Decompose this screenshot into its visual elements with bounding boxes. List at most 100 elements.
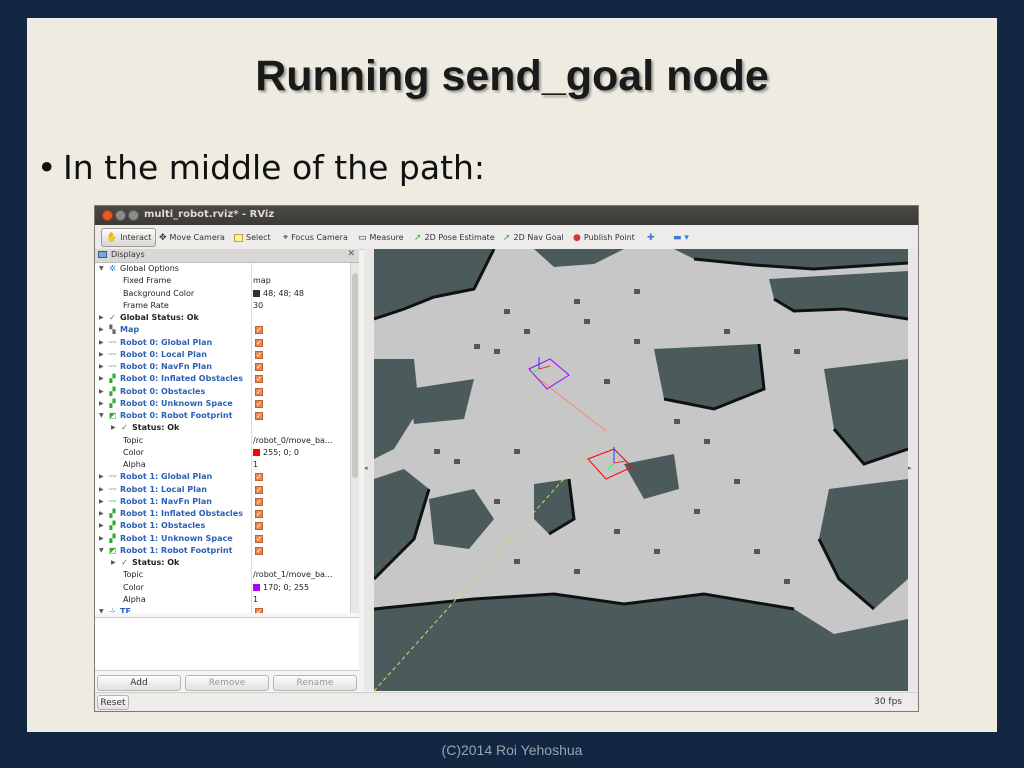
display-row[interactable]: ▼ ✲ Global Options [95,263,350,275]
scrollbar-thumb[interactable] [352,273,358,478]
enabled-checkbox[interactable]: ✓ [255,326,263,335]
display-row[interactable]: ▶ ▞ Robot 0: Unknown Space ✓ [95,398,350,410]
window-maximize-button[interactable] [128,210,139,221]
expand-right-icon[interactable]: ▶ [111,422,116,434]
display-row[interactable]: ▼ ⊹ TF ✓ [95,606,350,613]
expand-down-icon[interactable]: ▼ [99,545,104,557]
display-row[interactable]: Color 170; 0; 255 [95,582,350,594]
enabled-checkbox[interactable]: ✓ [255,363,263,371]
interact-tool-button[interactable]: ✋ Interact [101,228,157,247]
expand-right-icon[interactable]: ▶ [99,324,104,336]
expand-right-icon[interactable]: ▶ [99,508,104,520]
remove-tool-menu[interactable]: ▬ ▾ [673,230,692,245]
enabled-checkbox[interactable]: ✓ [255,387,263,396]
enabled-checkbox[interactable]: ✓ [255,546,263,555]
display-row[interactable]: ▶ 〰 Robot 0: NavFn Plan ✓ [95,361,350,373]
display-row[interactable]: Alpha 1 [95,594,350,606]
enabled-checkbox[interactable]: ✓ [255,485,263,494]
display-row-value[interactable]: /robot_0/move_ba... [253,435,333,447]
display-row[interactable]: ▶ ✓ Status: Ok [95,557,350,569]
display-row-value[interactable]: 30 [253,300,263,312]
display-row-value[interactable]: 1 [253,459,258,471]
displays-tree[interactable]: ▼ ✲ Global Options Fixed Frame map Background… [95,263,350,613]
expand-down-icon[interactable]: ▼ [99,410,104,422]
display-row-value[interactable]: 1 [253,594,258,606]
expand-right-icon[interactable]: ▶ [99,361,104,373]
enabled-checkbox[interactable]: ✓ [255,375,263,384]
add-tool-button[interactable]: ✚ [647,230,658,245]
display-row[interactable]: ▶ 〰 Robot 1: Local Plan ✓ [95,484,350,496]
expand-right-icon[interactable]: ▶ [99,337,104,349]
expand-right-icon[interactable]: ▶ [99,373,104,385]
enabled-checkbox[interactable]: ✓ [255,399,263,408]
reset-button[interactable]: Reset [97,695,129,710]
display-row[interactable]: ▶ ✓ Status: Ok [95,422,350,434]
enabled-checkbox[interactable]: ✓ [255,473,263,482]
expand-right-icon[interactable]: ▶ [99,484,104,496]
display-row-value[interactable]: 48; 48; 48 [253,288,304,300]
display-row[interactable]: ▶ 〰 Robot 0: Global Plan ✓ [95,337,350,349]
window-close-button[interactable] [102,210,113,221]
expand-right-icon[interactable]: ▶ [99,471,104,483]
display-row[interactable]: Topic/robot_1/move_ba... [95,569,350,581]
display-row[interactable]: ▶ 〰 Robot 1: NavFn Plan ✓ [95,496,350,508]
remove-button[interactable]: Remove [185,675,269,691]
display-row[interactable]: ▶ ▞ Robot 1: Unknown Space ✓ [95,533,350,545]
publish-point-tool-button[interactable]: ● Publish Point [573,230,635,245]
enabled-checkbox[interactable]: ✓ [255,522,263,531]
display-row[interactable]: ▶ ✓ Global Status: Ok [95,312,350,324]
display-row[interactable]: ▶ ▚ Map ✓ [95,324,350,336]
display-row-value[interactable]: /robot_1/move_ba... [253,569,333,581]
display-row[interactable]: Alpha 1 [95,459,350,471]
pose-estimate-tool-button[interactable]: ➚ 2D Pose Estimate [414,230,495,245]
expand-right-icon[interactable]: ▶ [99,520,104,532]
expand-right-icon[interactable]: ▶ [99,533,104,545]
focus-camera-tool-button[interactable]: ⌖ Focus Camera [283,230,348,245]
display-row-value[interactable]: map [253,275,271,287]
3d-viewport[interactable] [374,249,908,691]
display-row[interactable]: Topic/robot_0/move_ba... [95,435,350,447]
enabled-checkbox[interactable]: ✓ [255,338,263,347]
display-row[interactable]: ▶ 〰 Robot 0: Local Plan ✓ [95,349,350,361]
display-row[interactable]: ▼ ◩ Robot 0: Robot Footprint ✓ [95,410,350,422]
display-row-value[interactable]: 170; 0; 255 [253,582,309,594]
display-row[interactable]: ▶ ▞ Robot 1: Obstacles ✓ [95,520,350,532]
enabled-checkbox[interactable]: ✓ [255,412,263,420]
move-camera-tool-button[interactable]: ✥ Move Camera [159,230,225,245]
expand-right-icon[interactable]: ▶ [111,557,116,569]
measure-tool-button[interactable]: ▭ Measure [358,230,404,245]
enabled-checkbox[interactable]: ✓ [255,534,263,543]
display-row[interactable]: Color 255; 0; 0 [95,447,350,459]
display-row[interactable]: ▶ ▞ Robot 1: Inflated Obstacles ✓ [95,508,350,520]
display-row[interactable]: Background Color 48; 48; 48 [95,288,350,300]
enabled-checkbox[interactable]: ✓ [255,510,263,518]
window-titlebar[interactable]: multi_robot.rviz* - RViz [95,206,918,225]
expand-right-icon[interactable]: ▶ [99,312,104,324]
enabled-checkbox[interactable]: ✓ [255,350,263,359]
map-noise-cell [504,309,510,314]
expand-down-icon[interactable]: ▼ [99,263,104,275]
expand-right-icon[interactable]: ▶ [99,496,104,508]
expand-right-icon[interactable]: ▶ [99,386,104,398]
display-row[interactable]: ▼ ◩ Robot 1: Robot Footprint ✓ [95,545,350,557]
enabled-checkbox[interactable]: ✓ [255,497,263,506]
display-row[interactable]: ▶ 〰 Robot 1: Global Plan ✓ [95,471,350,483]
display-row[interactable]: ▶ ▞ Robot 0: Obstacles ✓ [95,386,350,398]
viewport-left-splitter[interactable]: ◂ [364,249,374,691]
tree-scrollbar[interactable] [350,263,359,613]
select-tool-button[interactable]: Select [234,230,271,245]
display-row[interactable]: Frame Rate 30 [95,300,350,312]
viewport-right-splitter[interactable]: ▸ [908,249,918,691]
display-row[interactable]: Fixed Frame map [95,275,350,287]
close-icon[interactable]: ✕ [347,249,355,259]
nav-goal-tool-button[interactable]: ➚ 2D Nav Goal [503,230,564,245]
display-row-value[interactable]: 255; 0; 0 [253,447,299,459]
expand-down-icon[interactable]: ▼ [99,606,104,613]
enabled-checkbox[interactable]: ✓ [255,608,263,613]
display-row[interactable]: ▶ ▞ Robot 0: Inflated Obstacles ✓ [95,373,350,385]
window-minimize-button[interactable] [115,210,126,221]
expand-right-icon[interactable]: ▶ [99,398,104,410]
add-button[interactable]: Add [97,675,181,691]
expand-right-icon[interactable]: ▶ [99,349,104,361]
rename-button[interactable]: Rename [273,675,357,691]
